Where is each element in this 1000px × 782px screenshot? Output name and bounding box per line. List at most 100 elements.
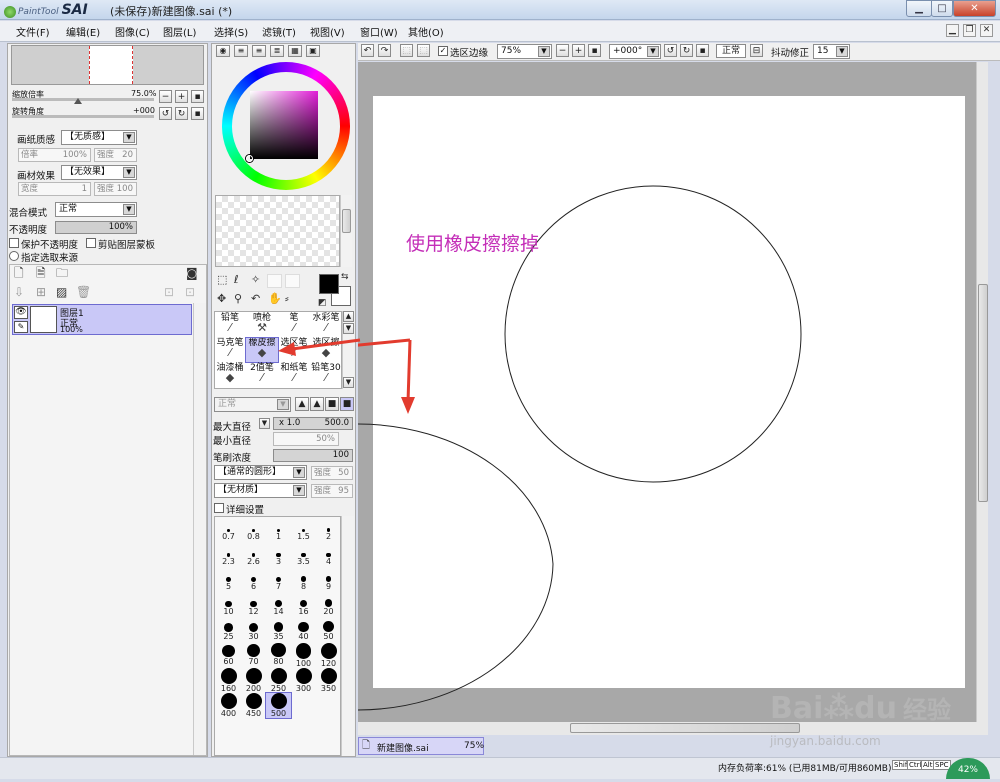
selection-source-radio[interactable]: [9, 251, 19, 261]
brush-size-cell[interactable]: 16: [291, 593, 316, 618]
preserve-opacity-checkbox[interactable]: [9, 238, 19, 248]
new-layer-icon[interactable]: 🗋: [14, 266, 24, 280]
deselect-icon[interactable]: ⬚: [400, 44, 413, 57]
brush-size-cell[interactable]: 450: [241, 693, 266, 718]
brush-size-cell[interactable]: 250: [266, 668, 291, 693]
brush-mode-select[interactable]: 正常 ▼: [214, 397, 291, 412]
swatches-tab-icon[interactable]: ▦: [288, 45, 302, 57]
blend-mode-select[interactable]: 正常 ▼: [55, 202, 137, 217]
invert-selection-icon[interactable]: ⬚: [417, 44, 430, 57]
brush-size-cell[interactable]: 9: [316, 568, 341, 593]
opacity-bar[interactable]: 100%: [55, 221, 137, 234]
color-wheel-tab-icon[interactable]: ◉: [216, 45, 230, 57]
effect-width-field[interactable]: 宽度 1: [18, 182, 91, 196]
brush-size-cell[interactable]: 70: [241, 643, 266, 668]
brush-size-cell[interactable]: 2.3: [216, 543, 241, 568]
edge-hard-icon[interactable]: ▲: [295, 397, 309, 411]
brush-size-cell[interactable]: 30: [241, 618, 266, 643]
brush-size-cell[interactable]: 7: [266, 568, 291, 593]
brush-size-cell[interactable]: 4: [316, 543, 341, 568]
paper-effect-select[interactable]: 【无效果】 ▼: [61, 165, 137, 180]
canvas-vscrollbar[interactable]: [976, 62, 988, 722]
brush-size-cell[interactable]: 10: [216, 593, 241, 618]
edge-flat-icon[interactable]: ■: [340, 397, 354, 411]
navigator-preview[interactable]: [11, 45, 204, 85]
selection-edge-checkbox[interactable]: ✓: [438, 46, 448, 56]
rotate-left-button[interactable]: ↺: [159, 107, 172, 120]
minimize-button[interactable]: ▁: [906, 0, 932, 17]
brush-size-cell[interactable]: 500: [265, 692, 292, 719]
brush-size-cell[interactable]: 5: [216, 568, 241, 593]
delete-layer-icon[interactable]: 🗑: [76, 285, 91, 299]
texture-strength-field[interactable]: 强度 95: [311, 484, 353, 498]
menu-other[interactable]: 其他(O): [408, 24, 444, 39]
details-checkbox[interactable]: [214, 503, 224, 513]
menu-select[interactable]: 选择(S): [214, 24, 248, 39]
brush-shape-select[interactable]: 【通常的圆形】 ▼: [214, 465, 307, 480]
saturation-value-square[interactable]: [250, 91, 318, 159]
brush-size-cell[interactable]: 60: [216, 643, 241, 668]
zoom-reset-button[interactable]: ▪: [191, 90, 204, 103]
zoom-select[interactable]: 75% ▼: [497, 44, 552, 59]
swatch-scrollbar[interactable]: [340, 195, 352, 267]
layer-option-icon[interactable]: ⊡: [164, 285, 174, 299]
brush-size-scrollbar[interactable]: [341, 516, 354, 756]
shape-strength-field[interactable]: 强度 50: [311, 466, 353, 480]
edge-medium-icon[interactable]: ▲: [310, 397, 324, 411]
tool-marker[interactable]: 马克笔 ⁄: [214, 338, 246, 362]
toolbar-zoom-in-icon[interactable]: +: [572, 44, 585, 57]
undo-icon[interactable]: ↶: [361, 44, 374, 57]
rgb-slider-tab-icon[interactable]: ≡: [234, 45, 248, 57]
zoom-slider-handle[interactable]: [74, 98, 82, 104]
transfer-icon[interactable]: ⇩: [14, 285, 24, 299]
menu-filter[interactable]: 滤镜(T): [262, 24, 296, 39]
brush-size-cell[interactable]: 12: [241, 593, 266, 618]
max-size-bar[interactable]: x 1.0 500.0: [273, 417, 353, 430]
brush-lock-icon[interactable]: ✎: [14, 321, 28, 333]
mixer-tab-icon[interactable]: ≣: [270, 45, 284, 57]
edge-soft-icon[interactable]: ■: [325, 397, 339, 411]
size-step-icon[interactable]: ▼: [259, 418, 270, 429]
tool-pencil[interactable]: 铅笔 ⁄: [214, 313, 246, 337]
zoom-out-button[interactable]: −: [159, 90, 172, 103]
brush-size-cell[interactable]: 200: [241, 668, 266, 693]
zoom-in-button[interactable]: +: [175, 90, 188, 103]
zoom-tool-icon[interactable]: ⚲: [234, 292, 242, 306]
document-tab[interactable]: 🗋 新建图像.sai 75%: [358, 737, 484, 755]
rotate-reset-icon[interactable]: ▪: [696, 44, 709, 57]
rotation-select[interactable]: +000° ▼: [609, 44, 661, 59]
brush-size-cell[interactable]: 25: [216, 618, 241, 643]
layer-option2-icon[interactable]: ⊡: [185, 285, 195, 299]
toolbar-zoom-reset-icon[interactable]: ▪: [588, 44, 601, 57]
scratchpad-tab-icon[interactable]: ▣: [306, 45, 320, 57]
eyedropper-icon[interactable]: ⸗: [285, 292, 289, 306]
menu-file[interactable]: 文件(F): [16, 24, 50, 39]
menu-edit[interactable]: 编辑(E): [66, 24, 100, 39]
brush-size-cell[interactable]: 14: [266, 593, 291, 618]
brush-size-cell[interactable]: 80: [266, 643, 291, 668]
brush-size-cell[interactable]: 0.8: [241, 518, 266, 543]
mdi-close-icon[interactable]: ✕: [980, 24, 993, 37]
brush-size-cell[interactable]: 50: [316, 618, 341, 643]
close-button[interactable]: ✕: [953, 0, 996, 17]
flip-icon[interactable]: ⊟: [750, 44, 763, 57]
new-folder-icon[interactable]: 🗀: [56, 266, 68, 280]
brush-size-cell[interactable]: 2: [316, 518, 341, 543]
rotate-slider[interactable]: [12, 115, 154, 118]
rotate-tool-icon[interactable]: ↶: [251, 292, 260, 306]
merge-icon[interactable]: ⊞: [36, 285, 46, 299]
brush-size-cell[interactable]: 120: [316, 643, 341, 668]
layer-scrollbar[interactable]: [193, 303, 206, 755]
clipping-checkbox[interactable]: [86, 238, 96, 248]
rotate-cw-icon[interactable]: ↻: [680, 44, 693, 57]
brush-size-cell[interactable]: 35: [266, 618, 291, 643]
maximize-button[interactable]: □: [931, 0, 953, 17]
mdi-restore-icon[interactable]: ❐: [963, 24, 976, 37]
brush-size-cell[interactable]: 1: [266, 518, 291, 543]
brush-size-cell[interactable]: 100: [291, 643, 316, 668]
brush-size-cell[interactable]: 400: [216, 693, 241, 718]
brush-texture-select[interactable]: 【无材质】 ▼: [214, 483, 307, 498]
magic-wand-icon[interactable]: ✧: [251, 273, 260, 287]
brush-size-cell[interactable]: 8: [291, 568, 316, 593]
clear-layer-icon[interactable]: ▨: [56, 285, 67, 299]
